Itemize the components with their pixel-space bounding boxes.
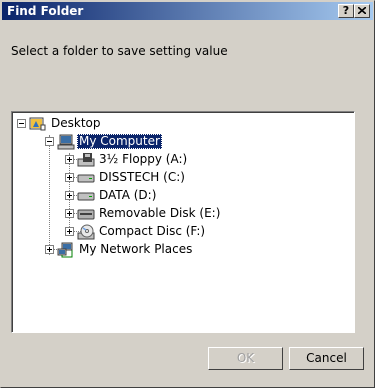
tree-node-drive-e[interactable]: Removable Disk (E:) (13, 205, 353, 223)
cd-drive-icon (77, 224, 95, 240)
close-icon (357, 6, 367, 15)
ok-button[interactable]: OK (208, 347, 283, 370)
expand-floppy-button[interactable] (65, 155, 74, 164)
prompt-text: Select a folder to save setting value (11, 44, 228, 58)
help-button[interactable]: ? (338, 4, 354, 18)
expand-drive-c-button[interactable] (65, 173, 74, 182)
network-places-icon (57, 242, 73, 258)
desktop-icon (29, 117, 46, 131)
tree-node-drive-c[interactable]: DISSTECH (C:) (13, 169, 353, 187)
tree-node-drive-f[interactable]: Compact Disc (F:) (13, 223, 353, 241)
tree-label-drive: Compact Disc (F:) (99, 224, 206, 238)
tree-label-drive: Removable Disk (E:) (99, 206, 221, 220)
expand-drive-d-button[interactable] (65, 191, 74, 200)
tree-node-network[interactable]: My Network Places (13, 241, 353, 259)
tree-label-my-computer: My Computer (77, 134, 162, 149)
tree-label-drive: DATA (D:) (99, 188, 157, 202)
tree-node-drive-d[interactable]: DATA (D:) (13, 187, 353, 205)
hard-drive-icon (77, 192, 95, 201)
expand-drive-f-button[interactable] (65, 227, 74, 236)
floppy-drive-icon (77, 153, 95, 167)
tree-label-network: My Network Places (79, 242, 193, 256)
collapse-my-computer-button[interactable] (45, 137, 54, 146)
tree-label-desktop: Desktop (51, 116, 101, 130)
find-folder-dialog: Find Folder ? Select a folder to save se… (0, 0, 375, 388)
collapse-desktop-button[interactable] (17, 119, 26, 128)
tree-node-my-computer[interactable]: My Computer (13, 133, 353, 151)
window-title: Find Folder (7, 4, 84, 18)
expand-drive-e-button[interactable] (65, 209, 74, 218)
title-bar[interactable]: Find Folder ? (2, 2, 373, 20)
removable-disk-icon (77, 209, 95, 220)
folder-tree[interactable]: Desktop My Computer 3½ Floppy (A:) DISST… (11, 111, 355, 333)
hard-drive-icon (77, 174, 95, 183)
tree-node-desktop[interactable]: Desktop (13, 115, 353, 133)
tree-label-drive: DISSTECH (C:) (99, 170, 185, 184)
expand-network-button[interactable] (45, 245, 54, 254)
close-button[interactable] (354, 4, 370, 18)
my-computer-icon (57, 134, 75, 150)
cancel-button[interactable]: Cancel (289, 347, 364, 370)
tree-node-floppy[interactable]: 3½ Floppy (A:) (13, 151, 353, 169)
tree-label-drive: 3½ Floppy (A:) (99, 152, 188, 166)
